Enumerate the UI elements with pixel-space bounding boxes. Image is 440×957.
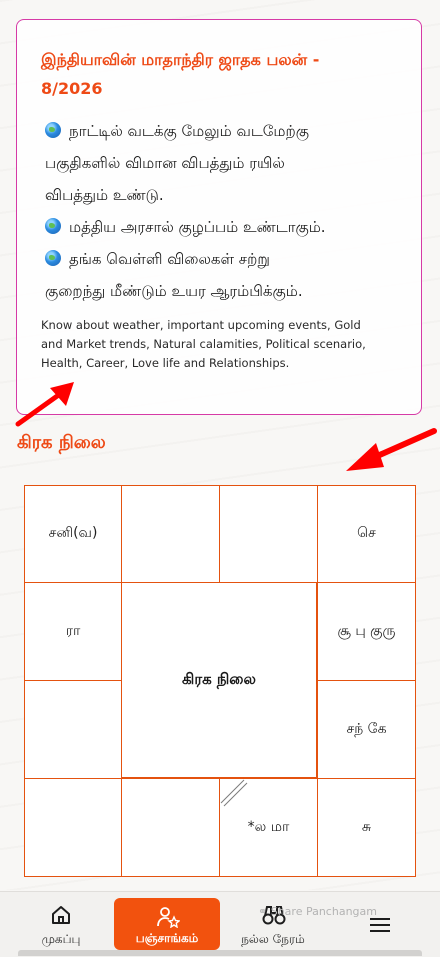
bullet-item: மத்திய அரசால் குழப்பம் உண்டாகும். [45, 211, 395, 243]
annotation-arrow-icon [15, 382, 74, 427]
house-cell [24, 680, 122, 779]
planet-position-chart: சனி(வ) செ ரா சூ பு குரு சந் கே *ல மா சு … [24, 485, 416, 877]
house-cell: சனி(வ) [24, 485, 122, 583]
bottom-navigation: முகப்பு பஞ்சாங்கம் நல்ல நேரம் [0, 891, 440, 957]
bullet-item: தங்க வெள்ளி விலைகள் சற்று குறைந்து மீண்ட… [45, 250, 303, 300]
share-panchangam-link[interactable]: ⚭ Share Panchangam [258, 905, 377, 918]
house-cell: சூ பு குரு [317, 582, 416, 681]
globe-icon [45, 250, 61, 266]
house-cell: சு [317, 778, 416, 877]
house-cell: சந் கே [317, 680, 416, 779]
globe-icon [45, 218, 61, 234]
hamburger-menu-icon [370, 918, 390, 932]
section-title: கிரக நிலை [17, 432, 106, 453]
person-star-icon [157, 907, 180, 928]
nav-good-time[interactable]: நல்ல நேரம் [228, 892, 318, 950]
home-icon [52, 906, 70, 924]
lagna-house-cell: *ல மா [219, 778, 318, 877]
lagna-mark-icon [220, 779, 248, 807]
nav-home[interactable]: முகப்பு [24, 892, 98, 950]
monthly-horoscope-card[interactable]: இந்தியாவின் மாதாந்திர ஜாதக பலன் - 8/2026… [16, 19, 422, 415]
nav-menu[interactable] [360, 892, 400, 950]
house-cell [219, 485, 318, 583]
globe-icon [45, 122, 61, 138]
card-title: இந்தியாவின் மாதாந்திர ஜாதக பலன் - 8/2026 [41, 50, 320, 98]
card-footer-text: Know about weather, important upcoming e… [41, 318, 366, 370]
nav-panchangam[interactable]: பஞ்சாங்கம் [114, 898, 220, 950]
house-cell [24, 778, 122, 877]
house-cell: ரா [24, 582, 122, 681]
annotation-arrow-icon [346, 428, 437, 471]
house-cell [121, 778, 220, 877]
chart-center-label: கிரக நிலை [121, 582, 317, 778]
home-indicator-bar [18, 950, 422, 956]
house-cell [121, 485, 220, 583]
share-icon: ⚭ [258, 905, 268, 918]
bullet-item: நாட்டில் வடக்கு மேலும் வடமேற்கு பகுதிகளி… [45, 122, 309, 204]
house-cell: செ [317, 485, 416, 583]
